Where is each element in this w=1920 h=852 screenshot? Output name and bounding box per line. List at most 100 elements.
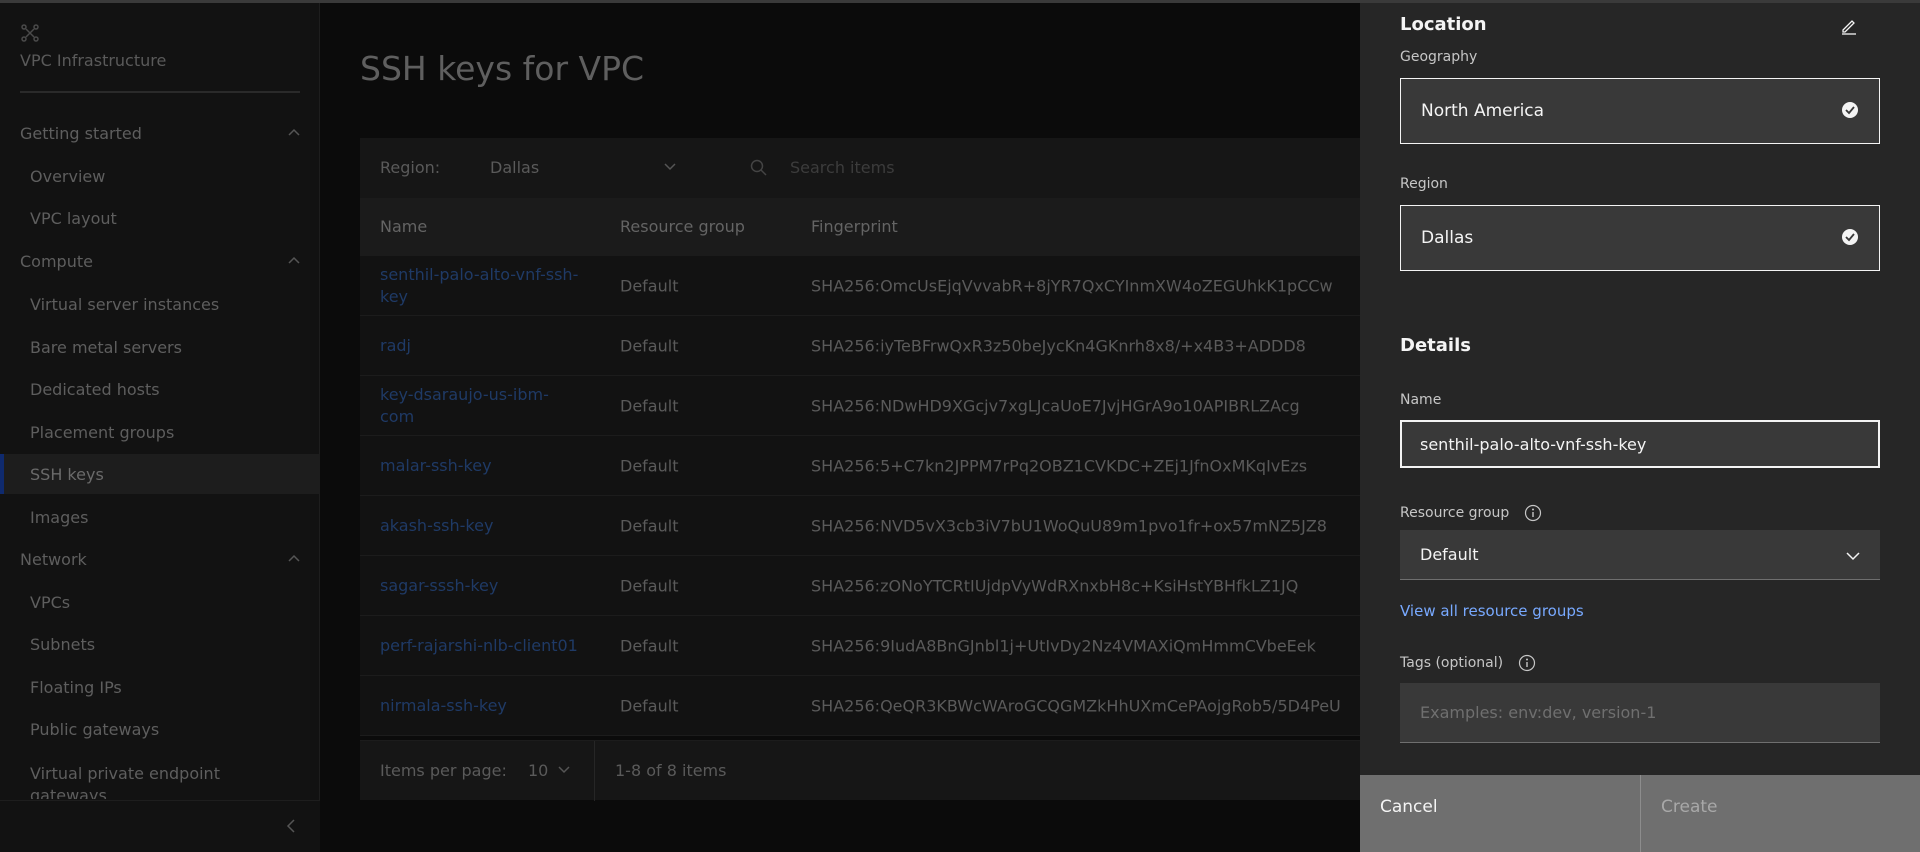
create-button[interactable]: Create xyxy=(1640,775,1920,852)
fingerprint-cell: SHA256:9IudA8BnGJnbl1j+UtIvDy2Nz4VMAXiQm… xyxy=(811,636,1316,655)
pagination-bar: Items per page: 10 1-8 of 8 items xyxy=(360,740,1360,801)
sidebar-title: VPC Infrastructure xyxy=(20,51,167,70)
sidebar-item-dedicated-hosts[interactable]: Dedicated hosts xyxy=(0,369,320,409)
pagination-divider xyxy=(594,741,595,801)
ssh-key-name-link[interactable]: radj xyxy=(380,335,580,357)
sidebar-section-label: Compute xyxy=(20,251,93,271)
chevron-up-icon xyxy=(288,554,300,562)
sidebar-item-vpcs[interactable]: VPCs xyxy=(0,582,320,622)
table-row[interactable]: malar-ssh-key Default SHA256:5+C7kn2JPPM… xyxy=(360,436,1360,496)
chevron-down-icon[interactable] xyxy=(664,160,676,172)
table-row[interactable]: nirmala-ssh-key Default SHA256:QeQR3KBWc… xyxy=(360,676,1360,736)
sidebar-item-public-gateways[interactable]: Public gateways xyxy=(0,709,320,749)
sidebar-item-subnets[interactable]: Subnets xyxy=(0,624,320,664)
sidebar-item-label: VPCs xyxy=(30,592,71,612)
create-ssh-key-panel: Location Geography North America Region … xyxy=(1360,3,1920,852)
region-value: Dallas xyxy=(1421,228,1474,248)
resource-group-label: Resource group xyxy=(1400,504,1542,522)
column-header-resource-group[interactable]: Resource group xyxy=(620,217,745,236)
checkmark-filled-icon xyxy=(1842,102,1858,118)
sidebar-item-vpc-layout[interactable]: VPC layout xyxy=(0,198,320,238)
fingerprint-cell: SHA256:NVD5vX3cb3iV7bU1WoQuU89m1pvo1fr+o… xyxy=(811,516,1327,535)
sidebar-item-label: Subnets xyxy=(30,634,96,654)
sidebar-item-label: Floating IPs xyxy=(30,677,122,697)
sidebar-item-label: Images xyxy=(30,507,89,527)
pagination-range: 1-8 of 8 items xyxy=(615,761,727,780)
resource-group-cell: Default xyxy=(620,516,679,535)
sidebar-section-network[interactable]: Network xyxy=(0,539,320,579)
chevron-down-icon[interactable] xyxy=(558,763,570,775)
sidebar-item-placement-groups[interactable]: Placement groups xyxy=(0,412,320,452)
ssh-key-name-link[interactable]: senthil-palo-alto-vnf-ssh-key xyxy=(380,264,580,308)
fingerprint-cell: SHA256:5+C7kn2JPPM7rPq2OBZ1CVKDC+ZEj1Jfn… xyxy=(811,456,1308,475)
resource-group-cell: Default xyxy=(620,336,679,355)
table-header: Name Resource group Fingerprint xyxy=(360,198,1360,256)
search-input[interactable]: Search items xyxy=(790,158,895,177)
tags-placeholder: Examples: env:dev, version-1 xyxy=(1420,703,1657,722)
resource-group-select[interactable]: Default xyxy=(1400,530,1880,580)
ssh-key-name-link[interactable]: akash-ssh-key xyxy=(380,515,580,537)
geography-tile[interactable]: North America xyxy=(1400,78,1880,144)
resource-group-cell: Default xyxy=(620,456,679,475)
sidebar-item-label: Public gateways xyxy=(30,719,160,739)
table-row[interactable]: perf-rajarshi-nlb-client01 Default SHA25… xyxy=(360,616,1360,676)
information-icon[interactable] xyxy=(1524,504,1542,522)
chevron-down-icon xyxy=(1846,552,1860,561)
table-row[interactable]: senthil-palo-alto-vnf-ssh-key Default SH… xyxy=(360,256,1360,316)
geography-value: North America xyxy=(1421,101,1545,121)
table-toolbar: Region: Dallas Search items xyxy=(360,138,1360,198)
name-input[interactable]: senthil-palo-alto-vnf-ssh-key xyxy=(1400,420,1880,468)
sidebar-item-label: VPC layout xyxy=(30,208,117,228)
ssh-key-name-link[interactable]: sagar-sssh-key xyxy=(380,575,580,597)
main-content: SSH keys for VPC Region: Dallas Search i… xyxy=(320,3,1360,852)
ssh-key-name-link[interactable]: malar-ssh-key xyxy=(380,455,580,477)
region-label: Region: xyxy=(380,158,441,177)
items-per-page-select[interactable]: 10 xyxy=(528,761,548,780)
tags-label: Tags (optional) xyxy=(1400,654,1536,672)
sidebar-item-ssh-keys[interactable]: SSH keys xyxy=(0,454,320,494)
sidebar-item-label: SSH keys xyxy=(30,464,104,484)
ssh-key-name-link[interactable]: key-dsaraujo-us-ibm-com xyxy=(380,384,580,428)
sidebar-item-images[interactable]: Images xyxy=(0,497,320,537)
table-row[interactable]: key-dsaraujo-us-ibm-com Default SHA256:N… xyxy=(360,376,1360,436)
vpc-icon xyxy=(21,24,39,42)
chevron-up-icon xyxy=(288,128,300,136)
location-section-title: Location xyxy=(1400,14,1487,35)
ssh-key-name-link[interactable]: perf-rajarshi-nlb-client01 xyxy=(380,635,580,657)
tags-label-text: Tags (optional) xyxy=(1400,655,1504,671)
fingerprint-cell: SHA256:NDwHD9XGcjv7xgLJcaUoE7JvjHGrA9o10… xyxy=(811,396,1300,415)
table-row[interactable]: akash-ssh-key Default SHA256:NVD5vX3cb3i… xyxy=(360,496,1360,556)
sidebar-item-floating-ips[interactable]: Floating IPs xyxy=(0,667,320,707)
resource-group-value: Default xyxy=(1420,545,1479,564)
table-row[interactable]: radj Default SHA256:iyTeBFrwQxR3z50beJyc… xyxy=(360,316,1360,376)
view-all-resource-groups-link[interactable]: View all resource groups xyxy=(1400,602,1584,620)
cancel-button[interactable]: Cancel xyxy=(1360,775,1639,852)
fingerprint-cell: SHA256:iyTeBFrwQxR3z50beJycKn4GKnrh8x8/+… xyxy=(811,336,1306,355)
resource-group-cell: Default xyxy=(620,276,679,295)
sidebar-item-virtual-private-endpoint-gateways[interactable]: Virtual private endpoint gateways xyxy=(0,755,320,799)
region-tile[interactable]: Dallas xyxy=(1400,205,1880,271)
panel-footer: Cancel Create xyxy=(1360,775,1920,852)
sidebar-section-compute[interactable]: Compute xyxy=(0,241,320,281)
sidebar-item-overview[interactable]: Overview xyxy=(0,156,320,196)
cancel-button-label: Cancel xyxy=(1380,797,1438,817)
chevron-left-icon xyxy=(286,819,295,833)
sidebar-item-label: Virtual server instances xyxy=(30,294,220,314)
resource-group-label-text: Resource group xyxy=(1400,505,1510,521)
sidebar-item-bare-metal-servers[interactable]: Bare metal servers xyxy=(0,327,320,367)
table-row[interactable]: sagar-sssh-key Default SHA256:zONoYTCRtI… xyxy=(360,556,1360,616)
sidebar-section-getting-started[interactable]: Getting started xyxy=(0,113,320,153)
region-dropdown[interactable]: Dallas xyxy=(490,158,539,177)
geography-label: Geography xyxy=(1400,49,1478,65)
sidebar-item-virtual-server-instances[interactable]: Virtual server instances xyxy=(0,284,320,324)
sidebar-section-label: Network xyxy=(20,549,87,569)
tags-input[interactable]: Examples: env:dev, version-1 xyxy=(1400,683,1880,743)
sidebar-collapse-button[interactable] xyxy=(0,800,320,852)
column-header-fingerprint[interactable]: Fingerprint xyxy=(811,217,898,236)
ssh-key-name-link[interactable]: nirmala-ssh-key xyxy=(380,695,580,717)
edit-icon[interactable] xyxy=(1840,17,1858,35)
column-header-name[interactable]: Name xyxy=(380,217,427,236)
name-input-value: senthil-palo-alto-vnf-ssh-key xyxy=(1420,435,1647,454)
resource-group-cell: Default xyxy=(620,636,679,655)
information-icon[interactable] xyxy=(1518,654,1536,672)
